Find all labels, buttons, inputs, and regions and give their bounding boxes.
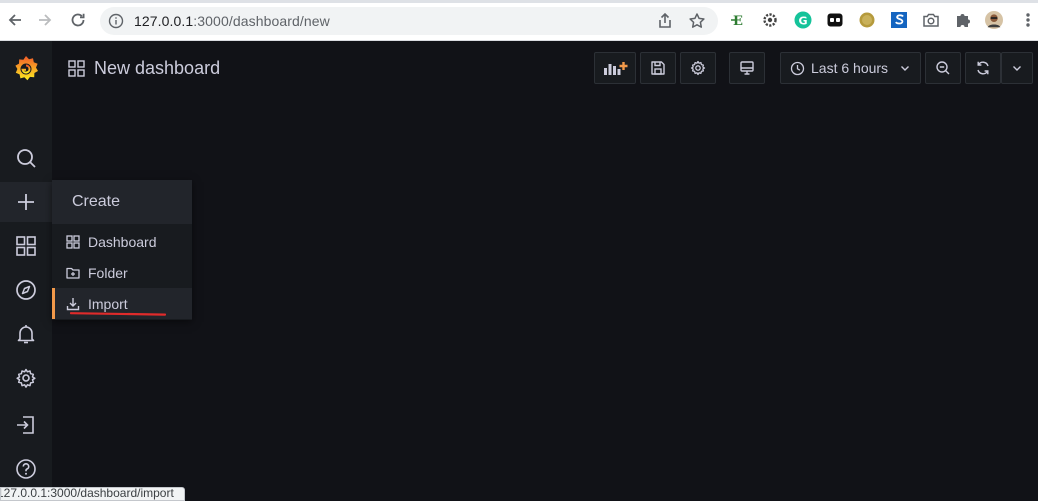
url-host: 127.0.0.1 xyxy=(134,13,194,29)
profile-avatar[interactable] xyxy=(985,11,1003,29)
time-range-picker[interactable]: Last 6 hours xyxy=(780,52,921,84)
create-menu-item-label: Folder xyxy=(88,264,128,281)
folder-plus-icon xyxy=(65,265,80,280)
search-icon xyxy=(17,149,36,168)
site-info-icon[interactable] xyxy=(108,13,124,34)
question-circle-icon xyxy=(16,459,36,479)
cog-icon xyxy=(690,60,706,76)
tab-strip xyxy=(0,0,1038,3)
sign-in-icon xyxy=(17,416,34,434)
share-icon[interactable] xyxy=(656,12,674,35)
sidemenu-sign-in[interactable] xyxy=(0,405,52,445)
create-menu-item-label: Dashboard xyxy=(88,233,157,250)
extension-s-icon[interactable] xyxy=(890,11,908,29)
save-icon xyxy=(651,61,665,75)
bookmark-star-icon[interactable] xyxy=(688,12,706,35)
sync-icon xyxy=(977,61,989,75)
cog-icon xyxy=(16,368,36,388)
create-menu-item-dashboard[interactable]: Dashboard xyxy=(52,226,192,257)
dashboard-settings-button[interactable] xyxy=(680,52,716,84)
sidemenu-create[interactable] xyxy=(0,182,52,222)
add-panel-icon xyxy=(604,62,628,75)
reload-button[interactable] xyxy=(66,8,90,32)
create-menu-title: Create xyxy=(72,193,121,210)
url-text[interactable]: 127.0.0.1:3000/dashboard/new xyxy=(134,13,330,29)
sidemenu-alerting[interactable] xyxy=(0,314,52,354)
browser-menu-icon[interactable] xyxy=(1019,11,1037,29)
plus-icon xyxy=(18,194,34,210)
annotation-underline xyxy=(70,312,166,316)
back-arrow-icon xyxy=(8,14,21,26)
grafana-logo-icon xyxy=(15,56,38,81)
grafana-sidemenu xyxy=(0,41,52,496)
create-menu-item-label: Import xyxy=(88,295,128,312)
dashboard-navbar: New dashboard Last 6 hours xyxy=(52,41,1038,97)
add-panel-button[interactable] xyxy=(594,52,636,84)
sidemenu-help[interactable] xyxy=(0,449,52,489)
compass-icon xyxy=(16,280,36,300)
browser-toolbar: 127.0.0.1:3000/dashboard/new E G xyxy=(0,0,1038,41)
camera-icon[interactable] xyxy=(922,11,940,29)
create-menu-header[interactable]: Create xyxy=(52,180,192,224)
grammarly-icon[interactable]: G xyxy=(794,11,812,29)
sidemenu-explore[interactable] xyxy=(0,270,52,310)
apps-icon xyxy=(68,60,85,82)
apps-icon xyxy=(16,236,36,256)
forward-button[interactable] xyxy=(33,8,57,32)
forward-arrow-icon xyxy=(39,14,52,26)
svg-text:G: G xyxy=(799,15,808,28)
refresh-button[interactable] xyxy=(965,52,1001,84)
import-icon xyxy=(65,296,80,311)
refresh-interval-button[interactable] xyxy=(1001,52,1033,84)
monitor-icon xyxy=(740,61,754,75)
extension-e-icon[interactable]: E xyxy=(730,11,748,29)
grafana-logo[interactable] xyxy=(0,49,52,89)
extension-gear-icon[interactable] xyxy=(761,11,779,29)
extension-mask-icon[interactable] xyxy=(826,11,844,29)
reload-icon xyxy=(71,13,85,27)
zoom-out-icon xyxy=(936,61,950,75)
apps-icon xyxy=(65,234,80,249)
bell-icon xyxy=(17,325,35,344)
sidemenu-dashboards[interactable] xyxy=(0,226,52,266)
save-dashboard-button[interactable] xyxy=(640,52,676,84)
zoom-out-button[interactable] xyxy=(925,52,961,84)
back-button[interactable] xyxy=(3,8,27,32)
status-url: 127.0.0.1:3000/dashboard/import xyxy=(0,487,174,500)
clock-icon xyxy=(790,61,805,75)
link-status-bar: 127.0.0.1:3000/dashboard/import xyxy=(0,487,185,501)
sidemenu-configuration[interactable] xyxy=(0,358,52,398)
create-menu-item-folder[interactable]: Folder xyxy=(52,257,192,288)
create-dropdown-menu: Create Dashboard Folder Import xyxy=(52,180,192,320)
sidemenu-search[interactable] xyxy=(0,138,52,178)
chevron-down-icon xyxy=(1013,66,1021,71)
page-title[interactable]: New dashboard xyxy=(94,58,220,79)
chevron-down-icon xyxy=(901,66,910,71)
address-bar[interactable]: 127.0.0.1:3000/dashboard/new xyxy=(100,7,718,35)
time-range-label: Last 6 hours xyxy=(811,60,889,76)
extension-circle-icon[interactable] xyxy=(858,11,876,29)
view-mode-button[interactable] xyxy=(729,52,765,84)
svg-text:E: E xyxy=(733,14,743,29)
url-path: :3000/dashboard/new xyxy=(193,13,330,29)
extensions-puzzle-icon[interactable] xyxy=(954,11,972,29)
